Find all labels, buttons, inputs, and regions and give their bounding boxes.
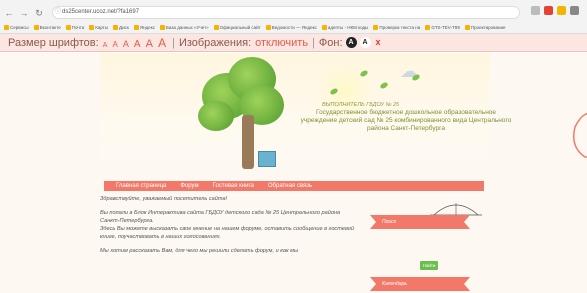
greeting-text: Здравствуйте, уважаемый посетитель сайта… (100, 196, 228, 202)
bookmark-label: Карты (95, 24, 109, 30)
bookmark-item[interactable]: адепты - НКМ коды (321, 22, 369, 32)
intro-paragraph: Вы попали в Блок Интерактива сайта ГБДОУ… (100, 210, 341, 224)
bookmark-icon (265, 24, 271, 30)
tree-trunk (242, 115, 254, 169)
forward-icon[interactable]: → (18, 7, 30, 19)
main-content: Здравствуйте, уважаемый посетитель сайта… (100, 195, 355, 261)
header-banner: ☁ ВЫПОЛНИТЕЛЬ ГБДОУ № 25 Государственное… (100, 53, 587, 178)
background-black-button[interactable]: A (345, 37, 357, 48)
bookmark-label: Проверка текста на (379, 24, 421, 30)
reload-icon[interactable]: ↻ (33, 7, 45, 19)
calendar-ribbon: Календарь (370, 277, 470, 291)
bookmark-item[interactable]: Сервисы (4, 22, 29, 32)
forum-paragraph: Здесь Вы можете высказать свое мнение на… (100, 226, 355, 240)
bookmark-label: Официальный сайт (219, 24, 261, 30)
page-content: ☁ ВЫПОЛНИТЕЛЬ ГБДОУ № 25 Государственное… (0, 53, 587, 293)
menu-item-guestbook[interactable]: Гостевая книга (213, 183, 254, 189)
leaf-icon (379, 81, 389, 90)
bookmark-label: Диск (119, 24, 129, 30)
bookmark-icon (464, 24, 470, 30)
bookmark-icon (89, 24, 95, 30)
bookmark-label: Яндекс (139, 24, 155, 30)
bookmark-icon (113, 24, 119, 30)
font-size-1[interactable]: А (103, 42, 108, 49)
bookmark-label: GTS-TEV-T99 (431, 24, 460, 30)
separator: | (312, 36, 315, 49)
bookmark-label: База данных «Учет» (165, 24, 209, 30)
back-icon[interactable]: ← (3, 7, 15, 19)
bookmark-item[interactable]: Карты (89, 22, 108, 32)
bookmark-label: Почта (71, 24, 85, 30)
browser-toolbar: ← → ↻ ⓘ ds25center.ucoz.net/?fa1697 Серв… (0, 0, 587, 34)
bookmark-icon (159, 24, 165, 30)
birdhouse-image (258, 151, 276, 167)
font-size-label: Размер шрифтов: (8, 36, 99, 49)
star-icon[interactable] (531, 6, 540, 15)
menu-item-feedback[interactable]: Обратная связь (268, 183, 312, 189)
school-short-name: ВЫПОЛНИТЕЛЬ ГБДОУ № 25 (322, 102, 400, 108)
extension-icon[interactable] (544, 6, 553, 15)
bookmark-label: Проектирование (470, 24, 506, 30)
about-paragraph: Мы хотим рассказать Вам, для чего мы реш… (100, 248, 299, 254)
menu-item-home[interactable]: Главная страница (116, 183, 166, 189)
font-size-3[interactable]: А (123, 39, 129, 49)
bookmark-icon (33, 24, 39, 30)
background-white-button[interactable]: A (359, 37, 371, 48)
extension-icon[interactable] (557, 6, 566, 15)
search-button[interactable]: Найти (420, 261, 438, 270)
menu-item-forum[interactable]: Форум (180, 183, 198, 189)
bookmark-item[interactable]: Проектирование (464, 22, 506, 32)
font-size-4[interactable]: А (134, 39, 141, 50)
separator: | (172, 36, 175, 49)
bookmark-item[interactable]: Проверка текста на (373, 22, 420, 32)
bookmark-label: Ведомости — Яндекс (271, 24, 317, 30)
bookmark-label: адепты - НКМ коды (327, 24, 369, 30)
cat-decoration (573, 113, 587, 158)
url-text: ds25center.ucoz.net/?fa1697 (62, 9, 140, 15)
bookmark-icon (133, 24, 139, 30)
font-size-options: А А А А А А (103, 36, 168, 50)
bookmarks-bar: Сервисы Вконтакте Почта Карты Диск Яндекс База… (4, 22, 584, 32)
background-reset-button[interactable]: x (374, 37, 383, 48)
bookmark-item[interactable]: База данных «Учет» (159, 22, 209, 32)
background-label: Фон: (318, 36, 343, 49)
bookmark-item[interactable]: Яндекс (133, 22, 155, 32)
bookmark-item[interactable]: Почта (65, 22, 85, 32)
bookmark-label: Сервисы (10, 24, 29, 30)
images-toggle-link[interactable]: отключить (255, 37, 308, 49)
info-icon[interactable]: ⓘ (55, 7, 61, 18)
bookmark-item[interactable]: Диск (113, 22, 129, 32)
accessibility-bar: Размер шрифтов: А А А А А А | Изображени… (0, 34, 587, 52)
bookmark-icon (213, 24, 219, 30)
bookmark-label: Вконтакте (39, 24, 61, 30)
bookmark-icon (425, 24, 431, 30)
bookmark-item[interactable]: Вконтакте (33, 22, 61, 32)
font-size-5[interactable]: А (146, 38, 153, 50)
extension-icons (531, 6, 579, 15)
address-bar[interactable]: ⓘ ds25center.ucoz.net/?fa1697 (52, 6, 520, 19)
font-size-2[interactable]: А (112, 40, 117, 49)
bookmark-icon (321, 24, 327, 30)
bookmark-item[interactable]: GTS-TEV-T99 (425, 22, 460, 32)
menu-icon[interactable] (570, 6, 579, 15)
font-size-6[interactable]: А (158, 36, 166, 50)
sidebar: Поиск Найти Календарь (364, 195, 484, 293)
search-ribbon: Поиск (370, 215, 470, 229)
school-full-name: Государственное бюджетное дошкольное обр… (300, 109, 512, 132)
bookmark-icon (65, 24, 71, 30)
bookmark-item[interactable]: Ведомости — Яндекс (265, 22, 317, 32)
bookmark-item[interactable]: Официальный сайт (213, 22, 261, 32)
tree-crown (198, 101, 234, 131)
main-menu: Главная страница Форум Гостевая книга Об… (104, 181, 484, 191)
bookmark-icon (373, 24, 379, 30)
bookmark-icon (4, 24, 9, 30)
images-label: Изображения: (178, 36, 252, 49)
